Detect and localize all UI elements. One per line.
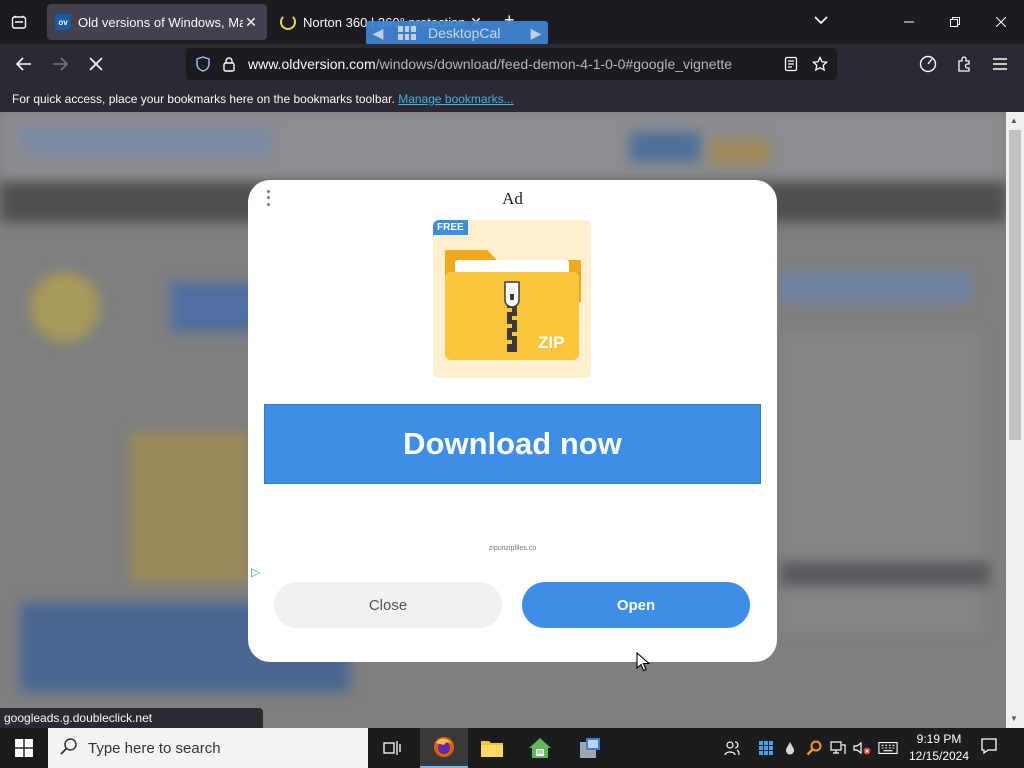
- desktopcal-tray-icon[interactable]: [756, 738, 776, 758]
- start-button[interactable]: [0, 728, 48, 768]
- blurred-sidebar: [780, 332, 980, 632]
- tab-title: Old versions of Windows, Mac: [78, 14, 243, 30]
- mouse-cursor-icon: [636, 651, 651, 677]
- oldversion-favicon-icon: ov: [55, 14, 71, 30]
- blurred-nav: [630, 132, 700, 162]
- extensions-icon[interactable]: [950, 50, 978, 78]
- blurred-image: [130, 432, 250, 582]
- keyboard-icon[interactable]: [878, 738, 898, 758]
- app-icon-tile[interactable]: ZIP FREE: [433, 220, 591, 378]
- url-domain: www.oldversion.com: [248, 56, 376, 72]
- blurred-sidebar: [780, 272, 970, 302]
- blurred-logo: [20, 128, 270, 156]
- search-tool-icon[interactable]: [804, 738, 824, 758]
- tab-close-icon[interactable]: ✕: [243, 14, 259, 30]
- download-now-button[interactable]: Download now: [264, 404, 761, 484]
- tracking-shield-icon[interactable]: [196, 56, 210, 77]
- blurred-icon: [30, 272, 100, 342]
- chevron-down-icon[interactable]: [814, 12, 828, 30]
- volume-muted-icon[interactable]: [852, 738, 872, 758]
- url-text: www.oldversion.com/windows/download/feed…: [248, 56, 732, 72]
- task-view-icon: [383, 741, 401, 755]
- ad-domain-text[interactable]: zipunzipfiles.co: [248, 545, 777, 552]
- zip-label: ZIP: [538, 333, 565, 352]
- desktopcal-label: DesktopCal: [428, 25, 501, 41]
- search-icon: [60, 737, 78, 759]
- grid-icon: [398, 26, 416, 40]
- adchoices-icon[interactable]: ▷: [251, 565, 260, 579]
- hamburger-menu-icon[interactable]: [986, 50, 1014, 78]
- manage-bookmarks-link[interactable]: Manage bookmarks...: [398, 92, 513, 106]
- bookmark-star-icon[interactable]: [811, 55, 829, 77]
- back-button[interactable]: [10, 50, 38, 78]
- url-path: /windows/download/feed-demon-4-1-0-0#goo…: [375, 56, 733, 72]
- navigation-toolbar: www.oldversion.com/windows/download/feed…: [0, 44, 1024, 84]
- close-window-button[interactable]: [978, 0, 1024, 44]
- free-badge: FREE: [433, 220, 468, 235]
- restore-button[interactable]: [932, 0, 978, 44]
- arrow-right-icon[interactable]: ▶: [524, 21, 548, 45]
- loading-spinner-icon: [280, 14, 296, 30]
- blurred-nav: [710, 140, 770, 164]
- clock-date: 12/15/2024: [908, 749, 970, 763]
- droplet-icon[interactable]: [780, 738, 800, 758]
- scrollbar-thumb[interactable]: [1009, 130, 1021, 440]
- taskbar-search-box[interactable]: Type here to search: [48, 728, 368, 768]
- pocket-icon[interactable]: [914, 50, 942, 78]
- minimize-button[interactable]: [886, 0, 932, 44]
- forward-button[interactable]: [46, 50, 74, 78]
- installer-icon: [580, 738, 600, 758]
- reader-view-icon[interactable]: [784, 56, 798, 77]
- zip-folder-icon: [445, 250, 581, 360]
- ad-label: Ad: [502, 189, 523, 208]
- stop-loading-button[interactable]: [82, 50, 110, 78]
- taskbar-firefox[interactable]: [420, 728, 468, 768]
- search-placeholder: Type here to search: [88, 739, 221, 757]
- system-clock[interactable]: 9:19 PM 12/15/2024: [906, 731, 972, 765]
- home-app-icon: [529, 738, 551, 758]
- firefox-icon: [434, 737, 454, 757]
- scroll-down-icon[interactable]: ▼: [1010, 714, 1018, 723]
- blurred-sidebar: [780, 562, 990, 586]
- task-view-button[interactable]: [368, 728, 416, 768]
- network-icon[interactable]: [828, 738, 848, 758]
- firefox-view-icon[interactable]: [6, 10, 32, 34]
- page-scrollbar[interactable]: ▲ ▼: [1006, 112, 1024, 728]
- status-link-url: googleads.g.doubleclick.net: [0, 708, 263, 728]
- folder-icon: [481, 741, 503, 757]
- scroll-up-icon[interactable]: ▲: [1010, 116, 1018, 125]
- open-button[interactable]: Open: [522, 582, 750, 628]
- blurred-button: [170, 282, 260, 332]
- bookmarks-toolbar: For quick access, place your bookmarks h…: [0, 84, 1024, 112]
- ad-vignette-dialog: Ad ZIP FREE Download now zipunzipfiles.c…: [248, 180, 777, 662]
- arrow-left-icon[interactable]: ◀: [366, 21, 390, 45]
- bookmarks-message: For quick access, place your bookmarks h…: [12, 92, 395, 106]
- close-button[interactable]: Close: [274, 582, 502, 628]
- taskbar-app-installer[interactable]: [566, 728, 614, 768]
- address-bar[interactable]: www.oldversion.com/windows/download/feed…: [186, 48, 837, 80]
- tab-oldversion[interactable]: ov Old versions of Windows, Mac ✕: [47, 4, 267, 40]
- windows-taskbar: Type here to search 9:19 PM 12/15/2024: [0, 728, 1024, 768]
- desktopcal-widget[interactable]: ◀ DesktopCal ▶: [366, 21, 548, 45]
- clock-time: 9:19 PM: [916, 732, 962, 746]
- notification-center-icon[interactable]: [980, 737, 998, 760]
- people-icon[interactable]: [722, 738, 742, 758]
- lock-icon[interactable]: [222, 56, 236, 77]
- windows-logo-icon: [15, 739, 33, 757]
- taskbar-file-explorer[interactable]: [468, 728, 516, 768]
- taskbar-app-green[interactable]: [516, 728, 564, 768]
